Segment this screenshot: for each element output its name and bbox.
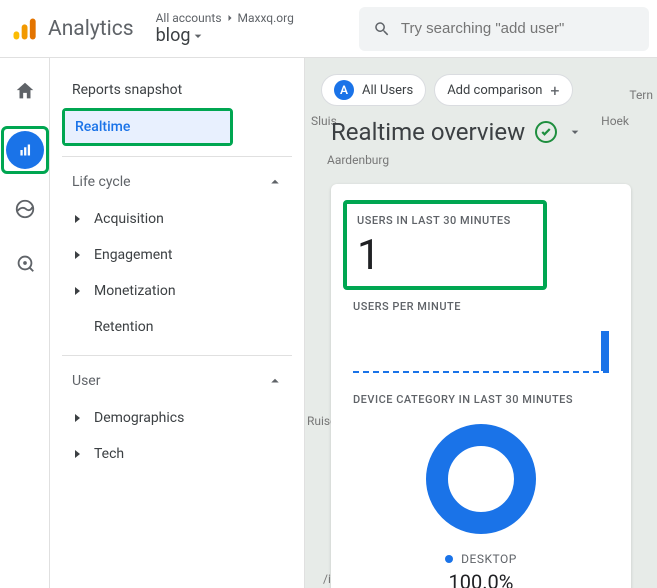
users-label: USERS IN LAST 30 MINUTES [357,214,511,227]
sidebar-item-demographics[interactable]: Demographics [62,400,292,436]
highlight-reports [1,126,49,174]
sidebar-item-monetization[interactable]: Monetization [62,273,292,309]
upm-label: USERS PER MINUTE [353,300,609,313]
users-value: 1 [357,231,511,280]
map-label: Hoek [601,114,629,128]
sidebar-item-retention[interactable]: Retention [62,309,292,345]
sidebar-item-label: Monetization [94,283,176,299]
realtime-card: USERS IN LAST 30 MINUTES 1 USERS PER MIN… [331,184,631,588]
caret-right-icon [68,251,86,259]
chip-all-users[interactable]: A All Users [321,74,426,106]
rail-home[interactable] [6,72,44,110]
legend-percent: 100.0% [449,570,514,588]
brand-name: Analytics [48,17,134,41]
brand: Analytics [10,15,134,43]
sidebar-item-label: Acquisition [94,211,164,227]
chip-label: All Users [362,83,413,98]
search-bar[interactable] [359,7,649,51]
caret-right-icon [68,450,86,458]
caret-down-icon [190,28,206,44]
legend: DESKTOP [445,552,517,566]
property-name: blog [156,25,191,46]
sidebar-item-snapshot[interactable]: Reports snapshot [50,72,292,108]
section-lifecycle[interactable]: Life cycle [62,157,292,201]
sidebar-item-label: Realtime [75,119,130,135]
rail-reports[interactable] [6,131,44,169]
account-selector[interactable]: All accounts Maxxq.org blog [156,11,294,46]
map-label: Tern [629,88,653,102]
search-input[interactable] [401,20,635,37]
chevron-down-icon[interactable] [567,124,583,140]
chip-label: Add comparison [447,83,542,98]
map-label: Aardenburg [327,153,389,167]
caret-right-icon [68,215,86,223]
highlight-users: USERS IN LAST 30 MINUTES 1 [343,200,547,290]
chevron-up-icon [266,173,284,191]
sidebar-item-realtime[interactable]: Realtime [65,111,230,143]
chart-bar [601,331,609,371]
comparison-chips: A All Users Add comparison + [321,74,573,106]
chip-letter: A [334,80,354,100]
sidebar-item-engagement[interactable]: Engagement [62,237,292,273]
sidebar-item-label: Demographics [94,410,184,426]
page-title: Realtime overview [331,118,525,146]
plus-icon: + [550,81,559,100]
caret-right-icon [68,287,86,295]
users-per-minute-chart [353,327,609,373]
caret-right-icon [68,414,86,422]
page-title-row: Realtime overview [331,118,583,146]
legend-dot [445,555,453,563]
sidebar-item-label: Engagement [94,247,172,263]
search-icon [373,19,391,39]
sidebar-item-label: Retention [94,319,154,335]
account-breadcrumb: All accounts Maxxq.org [156,11,294,25]
rail-explore[interactable] [6,190,44,228]
chip-add-comparison[interactable]: Add comparison + [434,74,572,106]
legend-label: DESKTOP [461,552,517,566]
left-rail [0,58,50,588]
sidebar-item-tech[interactable]: Tech [62,436,292,472]
topbar: Analytics All accounts Maxxq.org blog [0,0,657,58]
device-label: DEVICE CATEGORY IN LAST 30 MINUTES [353,393,609,406]
chevron-up-icon [266,372,284,390]
breadcrumb-all: All accounts [156,11,222,25]
report-sidebar: Reports snapshot Realtime Life cycle Acq… [50,58,305,588]
rail-advertising[interactable] [6,244,44,282]
sidebar-item-acquisition[interactable]: Acquisition [62,201,292,237]
analytics-logo-icon [10,15,38,43]
section-user[interactable]: User [62,356,292,400]
sidebar-item-label: Tech [94,446,124,462]
section-label: User [72,373,100,389]
chevron-right-icon [224,12,236,24]
main-content: Sluis Aardenburg Hoek Tern Ruise /ielsbe… [305,58,657,588]
highlight-realtime: Realtime [62,108,233,146]
breadcrumb-account: Maxxq.org [238,11,294,25]
section-label: Life cycle [72,174,131,190]
sidebar-item-label: Reports snapshot [72,82,182,98]
status-ok-icon[interactable] [535,121,557,143]
donut-chart [426,424,536,534]
device-donut: DESKTOP 100.0% [353,424,609,588]
